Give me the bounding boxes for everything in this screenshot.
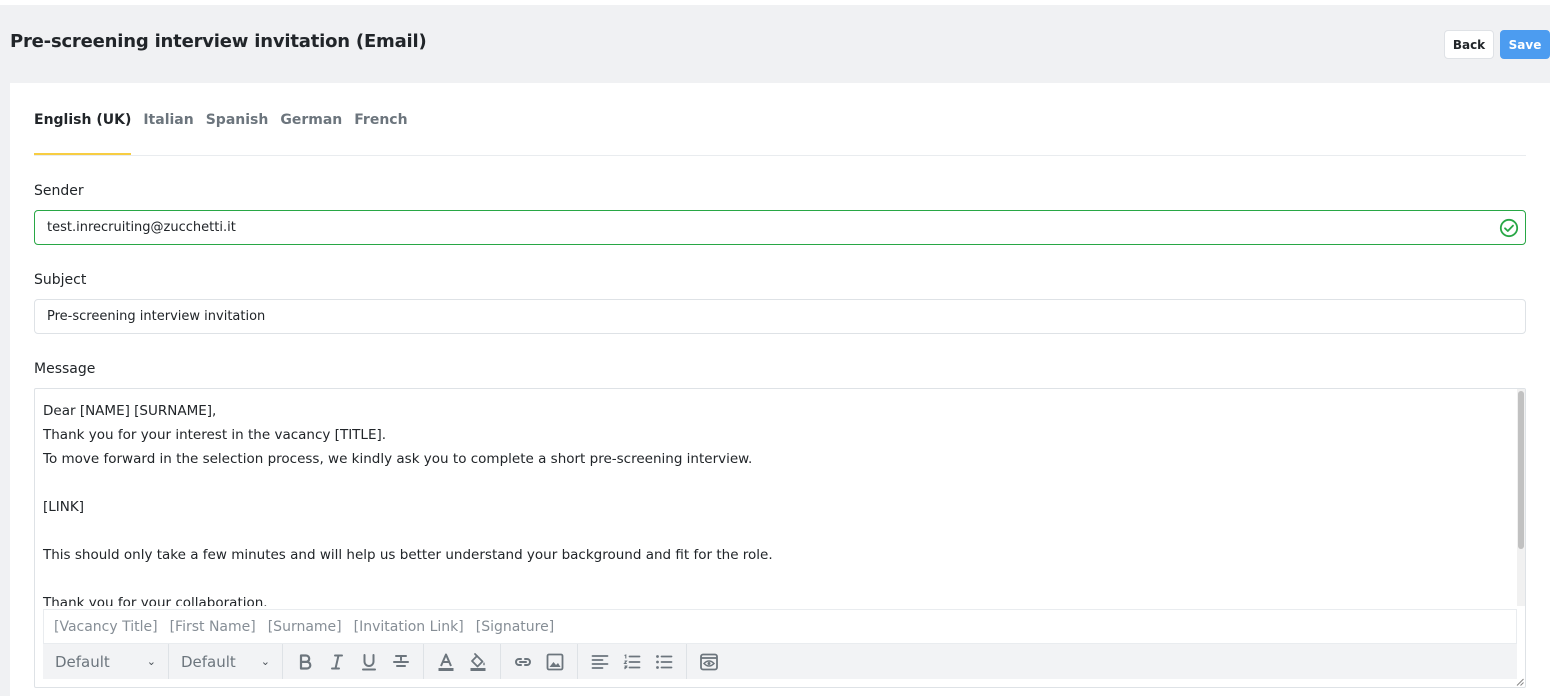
placeholder-first-name[interactable]: [First Name] <box>170 619 256 635</box>
message-body[interactable]: Dear [NAME] [SURNAME], Thank you for you… <box>35 389 1515 606</box>
strikethrough-icon[interactable] <box>385 644 417 679</box>
sender-field[interactable]: test.inrecruiting@zucchetti.it <box>34 210 1526 245</box>
message-line: This should only take a few minutes and … <box>43 547 773 563</box>
fill-color-icon[interactable] <box>462 644 494 679</box>
bullet-list-icon[interactable] <box>648 644 680 679</box>
bold-icon[interactable] <box>289 644 321 679</box>
resize-handle-icon[interactable] <box>1516 678 1524 686</box>
template-editor-card: English (UK) Italian Spanish German Fren… <box>10 83 1550 696</box>
tab-german[interactable]: German <box>280 83 342 156</box>
message-line <box>43 567 1507 591</box>
message-line: To move forward in the selection process… <box>43 451 753 467</box>
view-group <box>687 644 731 679</box>
sender-label: Sender <box>34 183 84 199</box>
preview-icon[interactable] <box>693 644 725 679</box>
color-group <box>424 644 501 679</box>
tab-english-uk[interactable]: English (UK) <box>34 83 132 156</box>
placeholder-surname[interactable]: [Surname] <box>268 619 342 635</box>
align-left-icon[interactable] <box>584 644 616 679</box>
language-tabs: English (UK) Italian Spanish German Fren… <box>34 83 420 156</box>
tab-spanish[interactable]: Spanish <box>206 83 269 156</box>
message-line: Thank you for your collaboration. <box>43 595 268 606</box>
text-color-icon[interactable] <box>430 644 462 679</box>
back-button[interactable]: Back <box>1444 30 1494 59</box>
font-family-select[interactable]: Default ⌄ <box>43 644 169 679</box>
message-line <box>43 519 1507 543</box>
message-line: [LINK] <box>43 499 84 515</box>
message-line: Dear [NAME] [SURNAME], <box>43 403 217 419</box>
page-title: Pre-screening interview invitation (Emai… <box>10 31 427 52</box>
placeholder-invitation-link[interactable]: [Invitation Link] <box>354 619 464 635</box>
image-icon[interactable] <box>539 644 571 679</box>
paragraph-group <box>578 644 687 679</box>
chevron-down-icon: ⌄ <box>146 655 156 668</box>
placeholder-vacancy-title[interactable]: [Vacancy Title] <box>54 619 158 635</box>
editor-scrollbar[interactable] <box>1517 389 1525 606</box>
placeholder-signature[interactable]: [Signature] <box>476 619 554 635</box>
font-family-value: Default <box>55 652 110 671</box>
message-label: Message <box>34 361 96 377</box>
font-size-select[interactable]: Default ⌄ <box>169 644 283 679</box>
top-strip <box>0 0 1550 5</box>
subject-label: Subject <box>34 272 87 288</box>
tab-french[interactable]: French <box>354 83 407 156</box>
tabs-divider <box>34 155 1526 156</box>
italic-icon[interactable] <box>321 644 353 679</box>
sender-value: test.inrecruiting@zucchetti.it <box>47 220 236 235</box>
placeholder-bar: [Vacancy Title] [First Name] [Surname] [… <box>43 609 1517 644</box>
text-style-group <box>283 644 424 679</box>
message-line <box>43 471 1507 495</box>
font-size-value: Default <box>181 652 236 671</box>
save-button[interactable]: Save <box>1500 30 1550 59</box>
editor-scroll-thumb[interactable] <box>1518 391 1524 549</box>
tab-italian[interactable]: Italian <box>143 83 193 156</box>
chevron-down-icon: ⌄ <box>260 655 270 668</box>
message-editor: Dear [NAME] [SURNAME], Thank you for you… <box>34 388 1526 688</box>
formatting-toolbar: Default ⌄ Default ⌄ <box>43 644 1517 679</box>
subject-field[interactable]: Pre-screening interview invitation <box>34 299 1526 334</box>
subject-value: Pre-screening interview invitation <box>47 309 266 324</box>
link-icon[interactable] <box>507 644 539 679</box>
message-line: Thank you for your interest in the vacan… <box>43 427 387 443</box>
insert-group <box>501 644 578 679</box>
ordered-list-icon[interactable] <box>616 644 648 679</box>
underline-icon[interactable] <box>353 644 385 679</box>
check-circle-icon <box>1499 218 1519 238</box>
